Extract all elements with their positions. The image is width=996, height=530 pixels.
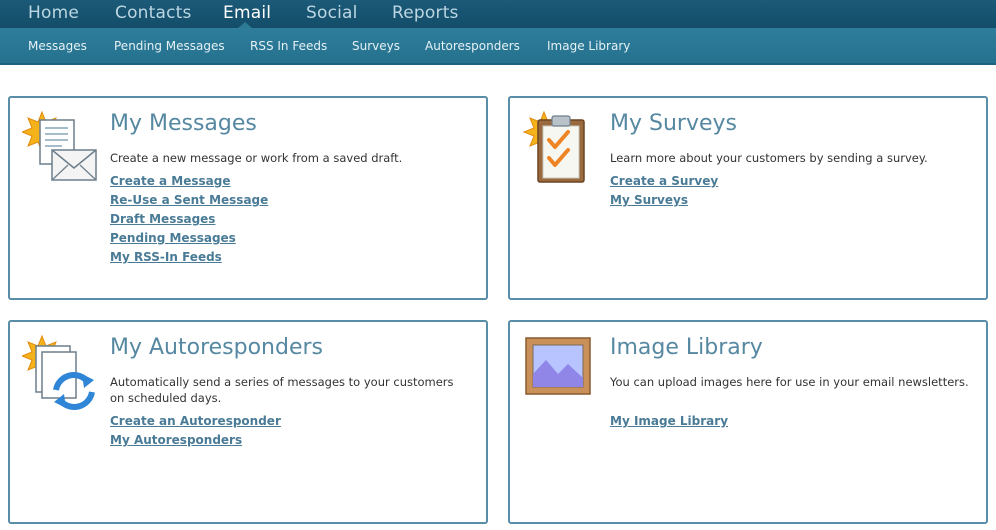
card-description: Learn more about your customers by sendi… [610, 151, 928, 165]
card-image-library: Image Library You can upload images here… [508, 320, 988, 524]
card-title: My Messages [110, 111, 257, 136]
card-my-messages: My Messages Create a new message or work… [8, 96, 488, 300]
envelope-document-icon [20, 110, 100, 188]
nav-reports[interactable]: Reports [392, 3, 459, 23]
card-my-surveys: My Surveys Learn more about your custome… [508, 96, 988, 300]
card-links: My Image Library [610, 412, 728, 431]
my-image-library-link[interactable]: My Image Library [610, 412, 728, 431]
nav-contacts[interactable]: Contacts [115, 3, 192, 23]
subnav-autoresponders[interactable]: Autoresponders [425, 39, 520, 53]
create-autoresponder-link[interactable]: Create an Autoresponder [110, 412, 281, 431]
my-rss-in-feeds-link[interactable]: My RSS-In Feeds [110, 248, 268, 267]
card-description: Automatically send a series of messages … [110, 375, 454, 405]
subnav-rss-in-feeds[interactable]: RSS In Feeds [250, 39, 327, 53]
framed-picture-icon [522, 334, 600, 412]
draft-messages-link[interactable]: Draft Messages [110, 210, 268, 229]
top-navigation: Home Contacts Email Social Reports [0, 0, 996, 28]
card-links: Create a Message Re-Use a Sent Message D… [110, 172, 268, 267]
card-description: You can upload images here for use in yo… [610, 375, 969, 389]
card-my-autoresponders: My Autoresponders Automatically send a s… [8, 320, 488, 524]
subnav-pending-messages[interactable]: Pending Messages [114, 39, 225, 53]
card-title: My Surveys [610, 111, 737, 136]
pending-messages-link[interactable]: Pending Messages [110, 229, 268, 248]
reuse-sent-message-link[interactable]: Re-Use a Sent Message [110, 191, 268, 210]
card-links: Create an Autoresponder My Autoresponder… [110, 412, 281, 450]
clipboard-checklist-icon [522, 110, 600, 188]
subnav-surveys[interactable]: Surveys [352, 39, 400, 53]
sub-navigation: Messages Pending Messages RSS In Feeds S… [0, 28, 996, 65]
card-description: Create a new message or work from a save… [110, 151, 403, 165]
document-refresh-icon [20, 334, 100, 412]
subnav-image-library[interactable]: Image Library [547, 39, 630, 53]
card-title: Image Library [610, 335, 763, 360]
my-autoresponders-link[interactable]: My Autoresponders [110, 431, 281, 450]
nav-email[interactable]: Email [223, 3, 271, 23]
card-title: My Autoresponders [110, 335, 324, 360]
subnav-messages[interactable]: Messages [28, 39, 87, 53]
nav-social[interactable]: Social [306, 3, 358, 23]
create-message-link[interactable]: Create a Message [110, 172, 268, 191]
card-links: Create a Survey My Surveys [610, 172, 718, 210]
nav-home[interactable]: Home [28, 3, 79, 23]
create-survey-link[interactable]: Create a Survey [610, 172, 718, 191]
my-surveys-link[interactable]: My Surveys [610, 191, 718, 210]
